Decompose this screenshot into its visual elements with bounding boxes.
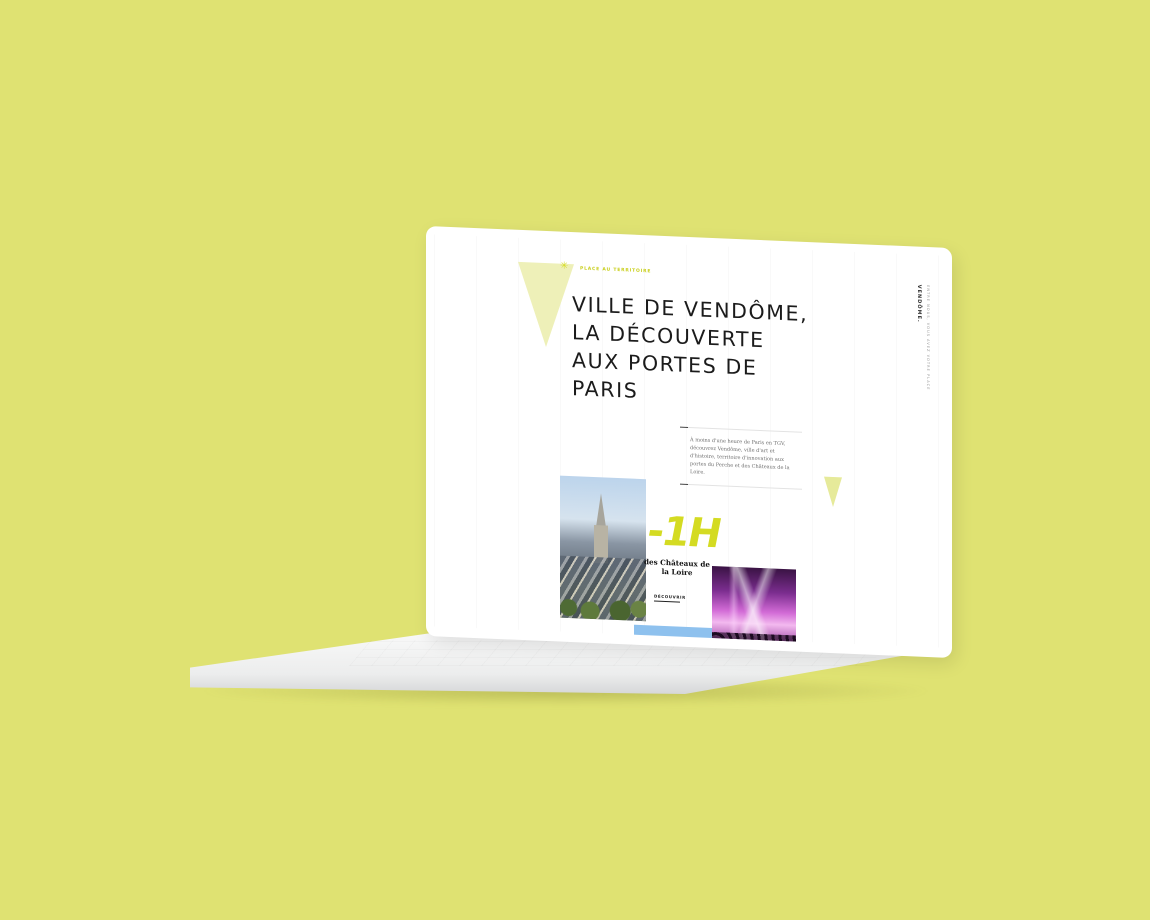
decor-triangle-small — [824, 476, 842, 508]
section-eyebrow: PLACE AU TERRITOIRE — [580, 266, 652, 275]
cathedral-photo — [560, 475, 646, 622]
star-icon: ✳ — [560, 260, 569, 272]
brand-tagline: ENTRE NOUS, VOUS AVEZ VOTRE PLACE — [926, 284, 930, 391]
mockup-scene: ✳ PLACE AU TERRITOIRE VENDÔME. ENTRE NOU… — [0, 0, 1150, 920]
stat-label: des Châteaux de la Loire — [644, 557, 710, 578]
discover-link[interactable]: DÉCOUVRIR — [654, 594, 686, 600]
intro-text: À moins d'une heure de Paris en TGV, déc… — [690, 437, 790, 476]
photo-crowd — [712, 631, 796, 648]
decor-triangle-large — [518, 261, 574, 349]
discover-underline — [654, 600, 680, 603]
photo-spire — [596, 493, 606, 528]
laptop-screen-wrapper: ✳ PLACE AU TERRITOIRE VENDÔME. ENTRE NOU… — [426, 226, 952, 659]
brand-logo[interactable]: VENDÔME. — [916, 285, 922, 323]
laptop-screen: ✳ PLACE AU TERRITOIRE VENDÔME. ENTRE NOU… — [426, 226, 952, 659]
hero-title: Ville de Vendôme, la découverte aux port… — [572, 292, 809, 403]
intro-block: À moins d'une heure de Paris en TGV, déc… — [686, 426, 802, 490]
stat-value: -1H — [648, 508, 720, 558]
photo-trees — [560, 591, 646, 622]
website-page: ✳ PLACE AU TERRITOIRE VENDÔME. ENTRE NOU… — [434, 234, 944, 648]
concert-photo — [712, 565, 796, 648]
blue-accent-bar — [634, 624, 712, 642]
